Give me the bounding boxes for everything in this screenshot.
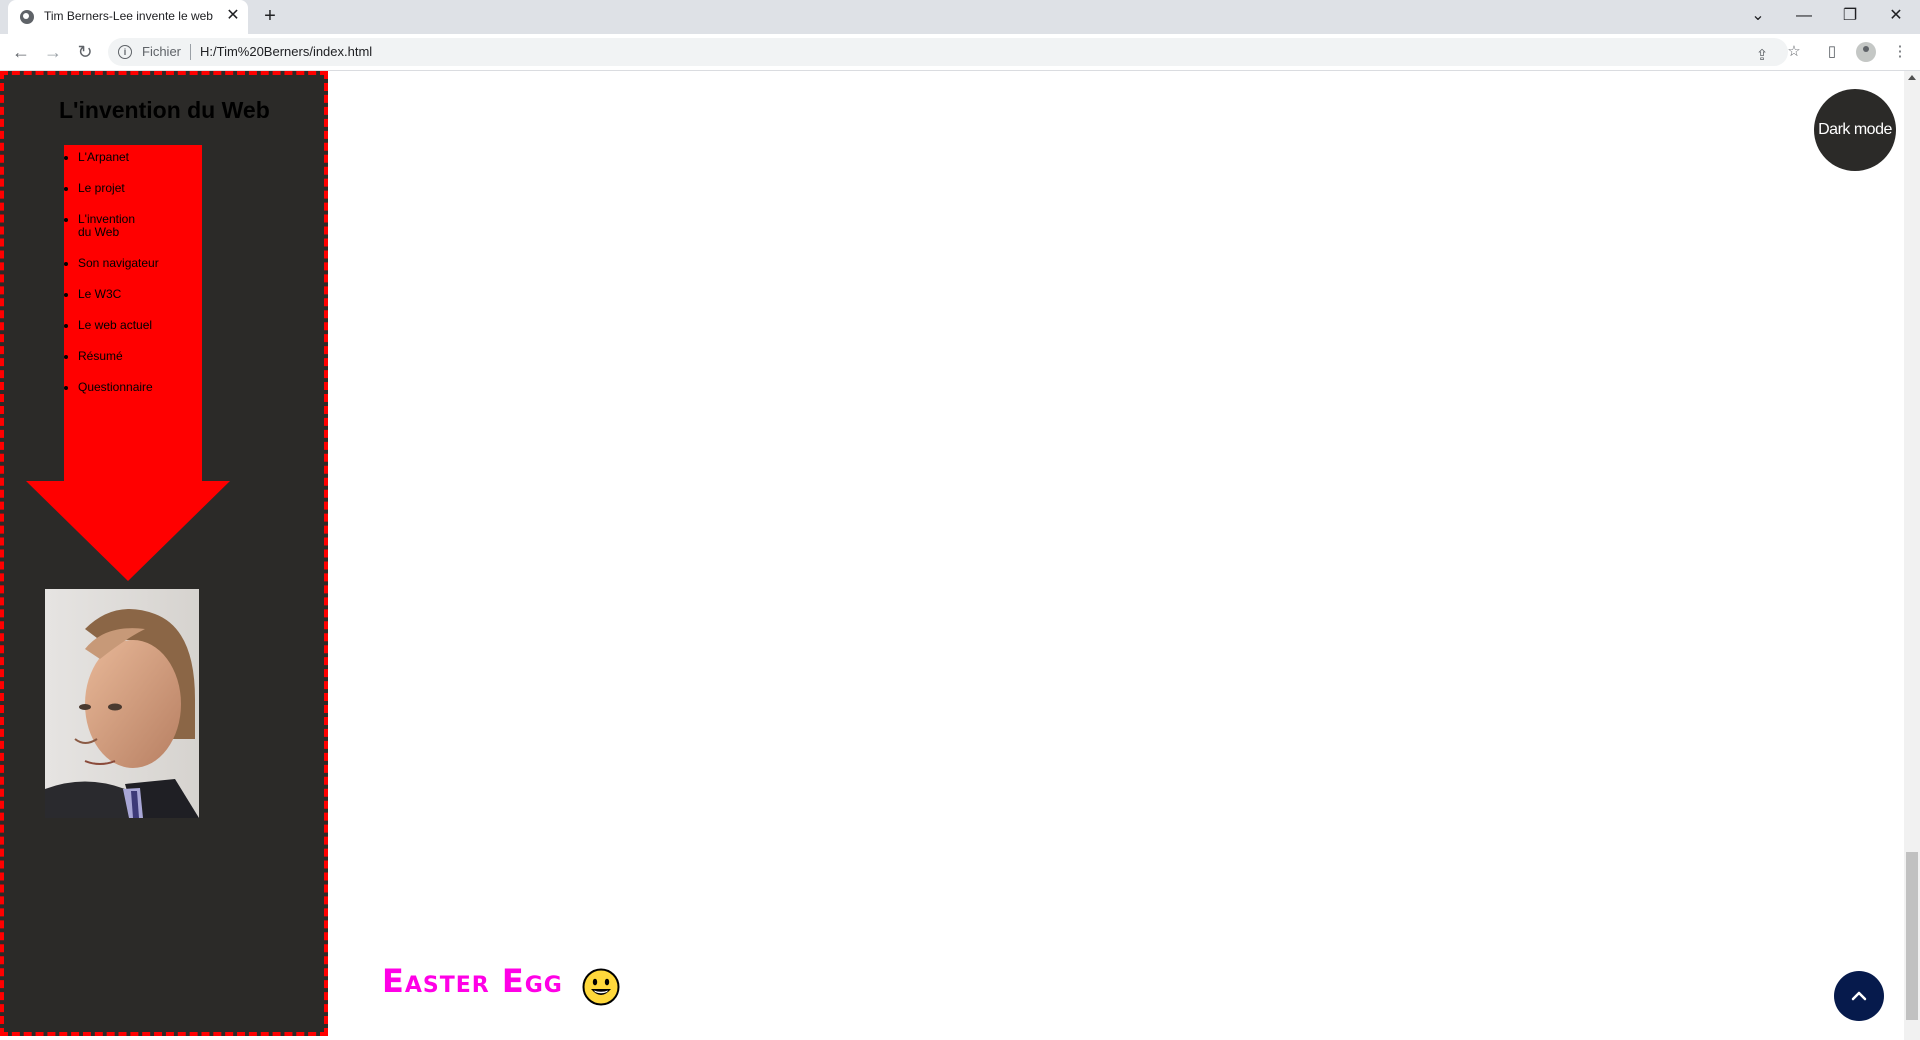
- smiley-emoji-icon[interactable]: [582, 968, 620, 1006]
- nav-link[interactable]: Résumé: [78, 349, 123, 363]
- tab-search-icon[interactable]: ⌄: [1746, 6, 1770, 26]
- scroll-up-arrow-icon[interactable]: [1908, 75, 1916, 80]
- back-to-top-button[interactable]: [1834, 971, 1884, 1021]
- minimize-button[interactable]: —: [1792, 6, 1816, 26]
- close-icon[interactable]: ✕: [224, 7, 242, 25]
- browser-tabbar: Tim Berners-Lee invente le web ✕ + ⌄ — ❐…: [0, 0, 1920, 34]
- nav-link[interactable]: Le web actuel: [78, 318, 152, 332]
- browser-menu-icon[interactable]: ⋮: [1890, 42, 1910, 62]
- nav-item-web-actuel: Le web actuel: [78, 319, 218, 332]
- globe-icon: [20, 10, 34, 24]
- nav-link[interactable]: L'Arpanet: [78, 150, 129, 164]
- nav-link[interactable]: Questionnaire: [78, 380, 153, 394]
- sidebar: L'invention du Web L'Arpanet Le projet L…: [0, 71, 328, 1036]
- nav-item-invention: L'invention du Web: [78, 213, 150, 239]
- page-scrollbar[interactable]: [1904, 71, 1920, 1040]
- bookmark-star-icon[interactable]: ☆: [1784, 42, 1804, 62]
- easter-egg-link[interactable]: Easter Egg: [382, 962, 563, 1000]
- scrollbar-thumb[interactable]: [1906, 852, 1918, 1020]
- sidebar-title: L'invention du Web: [59, 97, 270, 123]
- nav-item-navigateur: Son navigateur: [78, 257, 218, 270]
- url-text[interactable]: H:/Tim%20Berners/index.html: [200, 44, 372, 59]
- sidebar-nav: L'Arpanet Le projet L'invention du Web S…: [60, 151, 218, 412]
- nav-link[interactable]: L'invention du Web: [78, 212, 135, 239]
- share-icon[interactable]: ⇪: [1752, 46, 1772, 66]
- back-arrow-icon[interactable]: ←: [11, 42, 31, 62]
- portrait-image: [45, 589, 199, 818]
- new-tab-button[interactable]: +: [260, 6, 280, 26]
- nav-item-arpanet: L'Arpanet: [78, 151, 218, 164]
- reload-icon[interactable]: ↻: [75, 42, 95, 62]
- main-content: [334, 71, 1904, 1036]
- address-bar[interactable]: i Fichier H:/Tim%20Berners/index.html ⇪: [108, 38, 1788, 66]
- nav-item-resume: Résumé: [78, 350, 218, 363]
- close-window-button[interactable]: ✕: [1884, 6, 1908, 26]
- dark-mode-button[interactable]: Dark mode: [1814, 89, 1896, 171]
- browser-tab[interactable]: Tim Berners-Lee invente le web ✕: [8, 0, 248, 34]
- forward-arrow-icon[interactable]: →: [43, 42, 63, 62]
- nav-link[interactable]: Son navigateur: [78, 256, 159, 270]
- info-icon[interactable]: i: [118, 45, 132, 59]
- side-panel-icon[interactable]: ▯: [1822, 42, 1842, 62]
- restore-button[interactable]: ❐: [1838, 6, 1862, 26]
- browser-toolbar: ← → ↻ i Fichier H:/Tim%20Berners/index.h…: [0, 34, 1920, 71]
- nav-item-questionnaire: Questionnaire: [78, 381, 218, 394]
- url-separator: [190, 44, 191, 60]
- chevron-up-icon: [1851, 991, 1867, 1001]
- profile-avatar-icon[interactable]: [1856, 42, 1876, 62]
- tab-title: Tim Berners-Lee invente le web: [44, 9, 213, 23]
- url-scheme: Fichier: [142, 44, 182, 59]
- nav-item-projet: Le projet: [78, 182, 218, 195]
- nav-item-w3c: Le W3C: [78, 288, 218, 301]
- nav-link[interactable]: Le W3C: [78, 287, 121, 301]
- nav-link[interactable]: Le projet: [78, 181, 125, 195]
